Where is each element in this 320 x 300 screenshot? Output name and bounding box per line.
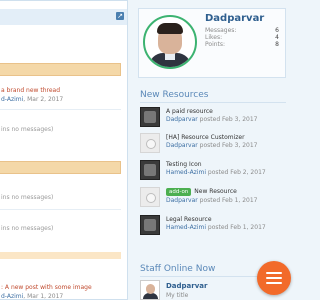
profile-card: Dadparvar Messages: 6 Likes: 4 Points: 8	[138, 8, 286, 78]
hamburger-icon	[266, 272, 282, 274]
hamburger-icon	[266, 277, 282, 279]
thread-link[interactable]: : A new post with some image	[1, 284, 92, 291]
staff-user-title: My title	[166, 292, 189, 299]
stat-value: 4	[275, 34, 279, 41]
stat-likes: Likes: 4	[205, 34, 279, 41]
category-bar[interactable]	[0, 63, 121, 76]
resource-date: posted Feb 1, 2017	[197, 197, 258, 204]
resource-meta: Hamed-Azimi posted Feb 2, 2017	[166, 169, 266, 176]
staff-username[interactable]: Dadparvar	[166, 282, 207, 290]
empty-forum-note: ins no messages)	[1, 225, 54, 232]
avatar[interactable]	[143, 15, 197, 69]
resource-meta: Hamed-Azimi posted Feb 1, 2017	[166, 224, 266, 231]
profile-username[interactable]: Dadparvar	[205, 13, 264, 24]
resource-author[interactable]: Dadparvar	[166, 197, 198, 204]
thread-author[interactable]: d-Azimi	[1, 96, 23, 103]
resource-meta: Dadparvar posted Feb 3, 2017	[166, 142, 257, 149]
resource-title[interactable]: A paid resource	[166, 108, 213, 115]
stat-value: 6	[275, 27, 279, 34]
resource-title[interactable]: New Resource	[194, 188, 237, 195]
resource-date: posted Feb 3, 2017	[197, 116, 258, 123]
resource-author[interactable]: Hamed-Azimi	[166, 169, 206, 176]
thread-meta: d-Azimi, Mar 2, 2017	[1, 96, 63, 103]
thread-author[interactable]: d-Azimi	[1, 293, 23, 300]
resource-item[interactable]: [HA] Resource Customizer Dadparvar poste…	[140, 133, 290, 157]
resource-date: posted Feb 3, 2017	[197, 142, 258, 149]
empty-forum-note: ins no messages)	[1, 194, 54, 201]
expand-icon[interactable]: ↗	[116, 12, 124, 20]
thread-link[interactable]: a brand new thread	[1, 87, 60, 94]
hamburger-icon	[266, 282, 282, 284]
divider	[0, 209, 121, 210]
resource-title[interactable]: Testing Icon	[166, 161, 202, 168]
resource-title[interactable]: Legal Resource	[166, 216, 212, 223]
category-bar[interactable]	[0, 252, 121, 259]
resource-item[interactable]: Legal Resource Hamed-Azimi posted Feb 1,…	[140, 215, 290, 239]
stat-label: Messages:	[205, 27, 237, 34]
resource-meta: Dadparvar posted Feb 1, 2017	[166, 197, 257, 204]
stat-label: Points:	[205, 41, 226, 48]
thread-date: , Mar 1, 2017	[23, 293, 64, 300]
resource-meta: Dadparvar posted Feb 3, 2017	[166, 116, 257, 123]
divider	[0, 109, 121, 110]
resource-date: posted Feb 1, 2017	[206, 224, 266, 231]
resource-item[interactable]: A paid resource Dadparvar posted Feb 3, …	[140, 107, 290, 131]
resource-author[interactable]: Dadparvar	[166, 116, 198, 123]
resource-author[interactable]: Dadparvar	[166, 142, 198, 149]
divider	[140, 102, 286, 103]
stat-value: 8	[275, 41, 279, 48]
resource-title-row: add-on New Resource	[166, 188, 237, 196]
forum-list-panel: ↗ a brand new thread d-Azimi, Mar 2, 201…	[0, 0, 128, 300]
empty-forum-note: ins no messages)	[1, 126, 54, 133]
stat-points: Points: 8	[205, 41, 279, 48]
panel-header: ↗	[0, 9, 127, 25]
resource-item[interactable]: Testing Icon Hamed-Azimi posted Feb 2, 2…	[140, 160, 290, 184]
stat-messages: Messages: 6	[205, 27, 279, 34]
resource-icon[interactable]	[140, 215, 160, 235]
staff-online-heading: Staff Online Now	[140, 264, 216, 274]
category-bar[interactable]	[0, 161, 121, 174]
resource-icon[interactable]	[140, 133, 160, 153]
menu-fab-button[interactable]	[257, 261, 291, 295]
resource-author[interactable]: Hamed-Azimi	[166, 224, 206, 231]
resource-icon[interactable]	[140, 160, 160, 180]
resource-item[interactable]: add-on New Resource Dadparvar posted Feb …	[140, 187, 290, 211]
thread-meta: d-Azimi, Mar 1, 2017	[1, 293, 63, 300]
thread-date: , Mar 2, 2017	[23, 96, 64, 103]
resource-icon[interactable]	[140, 107, 160, 127]
new-resources-heading: New Resources	[140, 90, 209, 100]
resource-icon[interactable]	[140, 187, 160, 207]
avatar[interactable]	[140, 280, 160, 300]
resource-date: posted Feb 2, 2017	[206, 169, 266, 176]
prefix-badge[interactable]: add-on	[166, 188, 192, 196]
stat-label: Likes:	[205, 34, 223, 41]
resource-title[interactable]: [HA] Resource Customizer	[166, 134, 245, 141]
